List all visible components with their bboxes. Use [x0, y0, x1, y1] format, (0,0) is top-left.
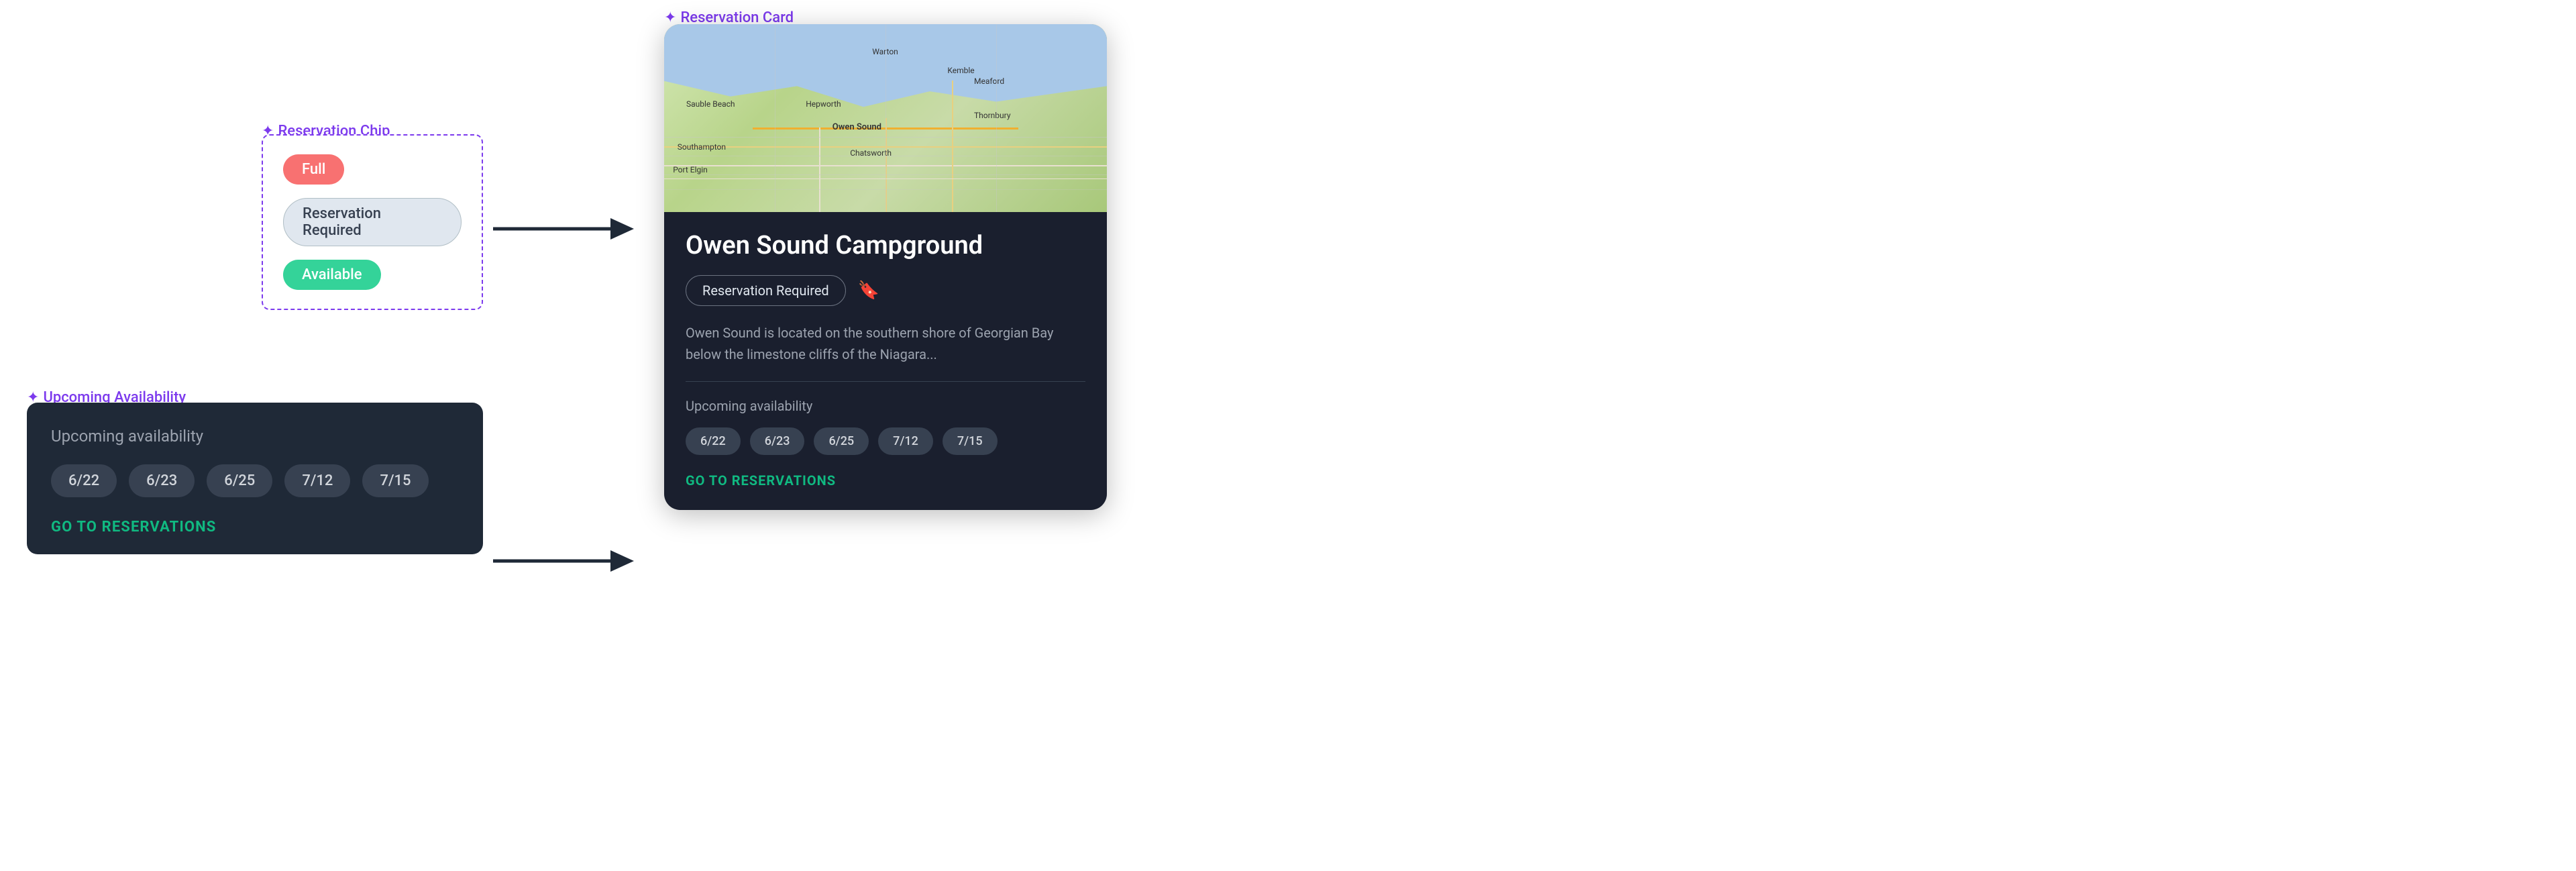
- arrow-avail-to-card: [493, 544, 634, 578]
- card-campground-title: Owen Sound Campground: [686, 231, 1085, 262]
- availability-title: Upcoming availability: [51, 427, 459, 446]
- chip-available[interactable]: Available: [283, 260, 381, 290]
- card-description: Owen Sound is located on the southern sh…: [686, 322, 1085, 365]
- card-divider: [686, 381, 1085, 382]
- chip-reservation[interactable]: Reservation Required: [283, 198, 462, 246]
- map-label-thornbury: Thornbury: [974, 111, 1011, 120]
- card-body: Owen Sound Campground Reservation Requir…: [664, 212, 1107, 510]
- go-to-reservations-button[interactable]: GO TO RESERVATIONS: [51, 519, 459, 535]
- date-chip-2[interactable]: 6/23: [129, 464, 195, 497]
- chip-full[interactable]: Full: [283, 154, 344, 185]
- card-date-chip-2[interactable]: 6/23: [750, 427, 805, 455]
- map-label-sauble: Sauble Beach: [686, 99, 735, 109]
- upcoming-availability-box: Upcoming availability 6/22 6/23 6/25 7/1…: [27, 403, 483, 554]
- card-chip-reservation[interactable]: Reservation Required: [686, 275, 846, 306]
- card-date-chips-row: 6/22 6/23 6/25 7/12 7/15: [686, 427, 1085, 455]
- reservation-card: Warton Kemble Sauble Beach Hepworth Meaf…: [664, 24, 1107, 510]
- card-date-chip-3[interactable]: 6/25: [814, 427, 869, 455]
- date-chips-row: 6/22 6/23 6/25 7/12 7/15: [51, 464, 459, 497]
- date-chip-4[interactable]: 7/12: [284, 464, 350, 497]
- date-chip-5[interactable]: 7/15: [362, 464, 428, 497]
- date-chip-3[interactable]: 6/25: [207, 464, 272, 497]
- card-go-to-reservations-button[interactable]: GO TO RESERVATIONS: [686, 472, 1085, 489]
- date-chip-1[interactable]: 6/22: [51, 464, 117, 497]
- map-label-owen-sound: Owen Sound: [833, 122, 881, 132]
- map-label-hepworth: Hepworth: [806, 99, 841, 109]
- map-label-southampton: Southampton: [678, 142, 726, 152]
- card-availability-title: Upcoming availability: [686, 398, 1085, 414]
- card-map: Warton Kemble Sauble Beach Hepworth Meaf…: [664, 24, 1107, 212]
- bookmark-icon[interactable]: 🔖: [858, 280, 879, 301]
- arrow-chip-to-card: [493, 211, 634, 246]
- card-date-chip-5[interactable]: 7/15: [943, 427, 998, 455]
- map-label-port-elgin: Port Elgin: [673, 165, 708, 174]
- chip-box: Full Reservation Required Available: [262, 134, 483, 310]
- map-label-meaford: Meaford: [974, 76, 1004, 86]
- map-label-kemble: Kemble: [947, 66, 974, 75]
- card-date-chip-1[interactable]: 6/22: [686, 427, 741, 455]
- card-date-chip-4[interactable]: 7/12: [878, 427, 933, 455]
- card-chips-row: Reservation Required 🔖: [686, 275, 1085, 306]
